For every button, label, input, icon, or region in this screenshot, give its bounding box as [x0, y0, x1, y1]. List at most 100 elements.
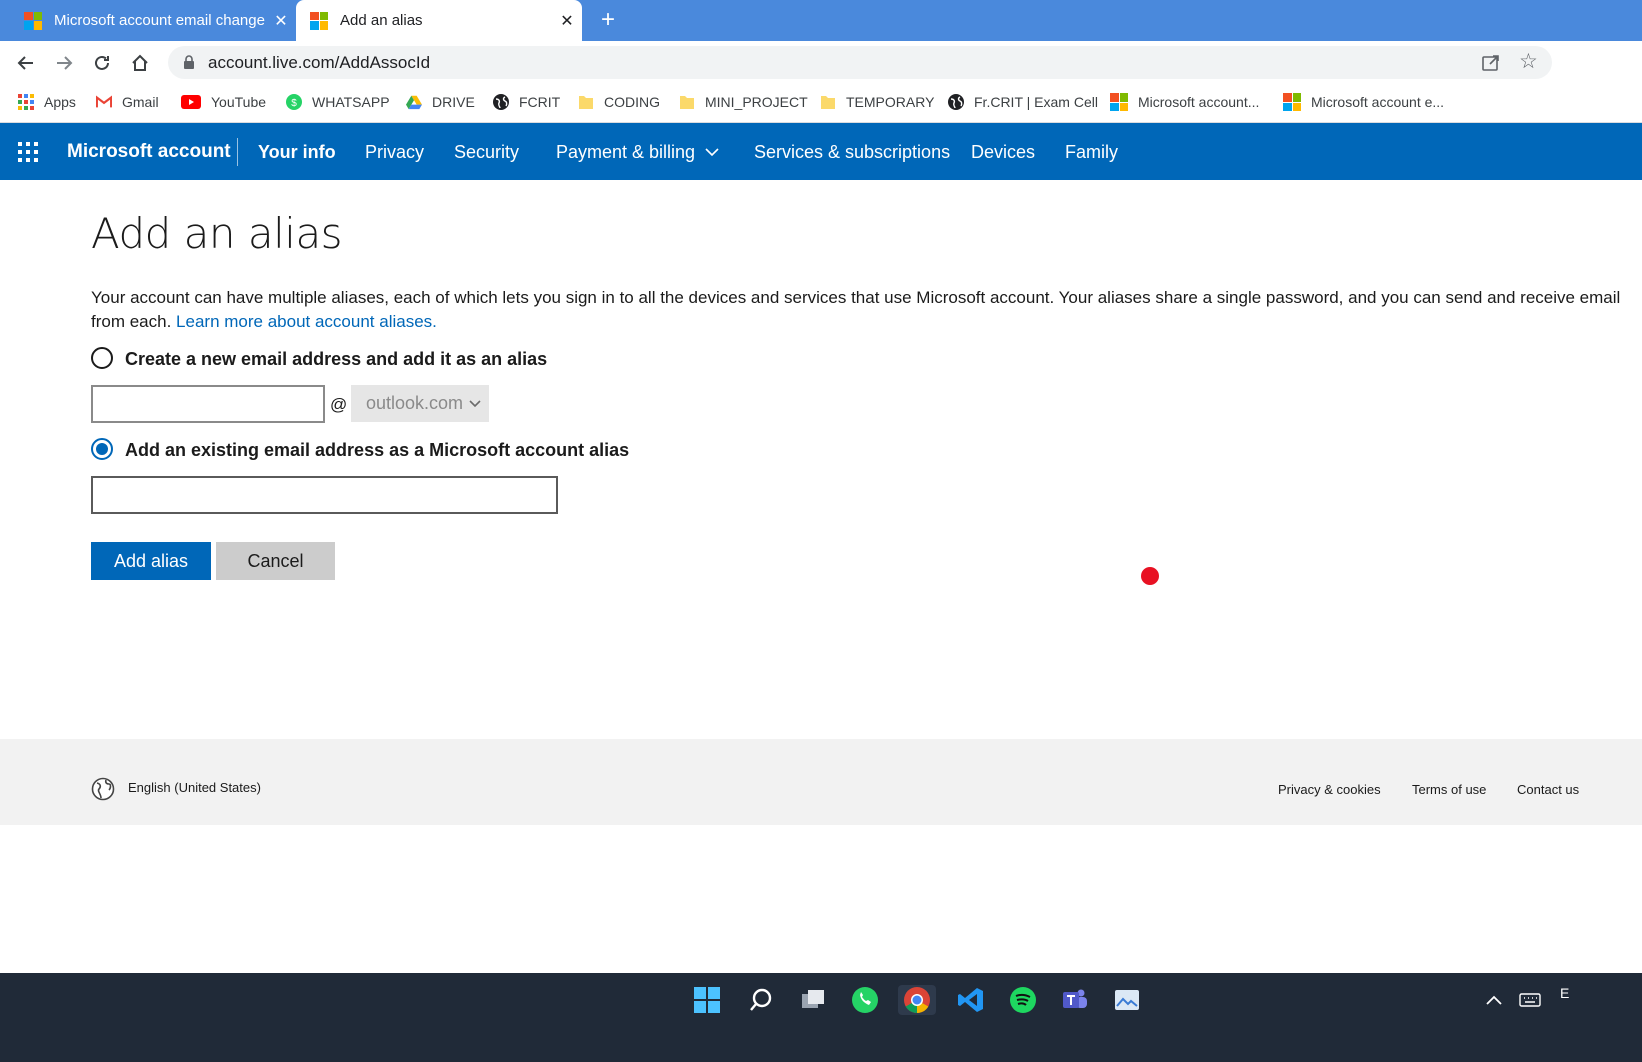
keyboard-icon[interactable] — [1516, 985, 1544, 1015]
folder-icon — [679, 94, 695, 110]
reload-button[interactable] — [88, 49, 116, 77]
bookmark-label: Apps — [44, 94, 76, 110]
gmail-icon — [96, 94, 112, 110]
teams-icon[interactable] — [1060, 985, 1090, 1015]
tab-title: Add an alias — [340, 12, 423, 29]
globe-icon — [948, 94, 964, 110]
header-divider — [237, 138, 238, 166]
lock-icon[interactable] — [182, 55, 196, 69]
arrow-left-icon — [17, 56, 33, 70]
microsoft-logo-icon — [310, 11, 328, 30]
arrow-right-icon — [57, 56, 73, 70]
folder-icon — [578, 94, 594, 110]
bookmark-drive[interactable]: DRIVE — [406, 92, 475, 112]
globe-icon — [493, 94, 509, 110]
domain-select-value: outlook.com — [366, 393, 464, 413]
bookmark-microsoft-account[interactable]: Microsoft account... — [1110, 92, 1259, 112]
bookmark-label: Microsoft account e... — [1311, 94, 1445, 110]
nav-security[interactable]: Security — [454, 140, 519, 164]
vscode-icon[interactable] — [956, 985, 986, 1015]
url-text[interactable]: account.live.com/AddAssocId — [208, 52, 430, 74]
back-button[interactable] — [12, 49, 40, 77]
bookmark-microsoft-account-email[interactable]: Microsoft account e... — [1283, 92, 1444, 112]
bookmark-fcrit[interactable]: FCRIT — [493, 92, 560, 112]
add-alias-button[interactable]: Add alias — [91, 542, 211, 580]
share-icon[interactable] — [1480, 52, 1502, 74]
new-email-input[interactable] — [91, 385, 325, 423]
chrome-icon[interactable] — [898, 985, 936, 1015]
bookmark-label: FCRIT — [519, 94, 561, 110]
bookmark-youtube[interactable]: YouTube — [181, 92, 266, 112]
locale-selector[interactable]: English (United States) — [128, 779, 261, 797]
create-new-email-radio[interactable] — [91, 347, 113, 369]
photos-icon[interactable] — [1112, 985, 1142, 1015]
nav-your-info[interactable]: Your info — [258, 140, 336, 164]
tab-add-an-alias[interactable]: Add an alias ✕ — [296, 0, 582, 41]
youtube-icon — [181, 94, 201, 110]
chevron-down-icon — [469, 399, 481, 407]
chevron-up-icon[interactable] — [1480, 985, 1508, 1015]
new-tab-button[interactable]: + — [596, 6, 620, 34]
apps-grid-icon — [18, 94, 34, 110]
bookmark-temporary[interactable]: TEMPORARY — [820, 92, 934, 112]
search-icon[interactable] — [746, 985, 776, 1015]
alias-description: Your account can have multiple aliases, … — [91, 286, 1642, 334]
bookmark-mini-project[interactable]: MINI_PROJECT — [679, 92, 808, 112]
nav-payment-billing-label: Payment & billing — [556, 142, 696, 162]
bookmark-apps[interactable]: Apps — [18, 92, 76, 112]
microsoft-logo-icon — [1283, 93, 1301, 111]
windows-start-icon[interactable] — [692, 985, 722, 1015]
drive-icon — [406, 94, 422, 110]
nav-services-subscriptions[interactable]: Services & subscriptions — [754, 140, 950, 164]
microsoft-logo-icon — [1110, 93, 1128, 111]
bookmark-label: DRIVE — [432, 94, 475, 110]
bookmark-gmail[interactable]: Gmail — [96, 92, 159, 112]
bookmark-exam-cell[interactable]: Fr.CRIT | Exam Cell — [948, 92, 1098, 112]
forward-button[interactable] — [50, 49, 78, 77]
svg-text:$: $ — [291, 98, 297, 109]
contact-us-link[interactable]: Contact us — [1517, 781, 1642, 799]
bookmark-label: Fr.CRIT | Exam Cell — [974, 94, 1098, 110]
nav-devices[interactable]: Devices — [971, 140, 1035, 164]
domain-select[interactable]: outlook.com — [351, 385, 489, 422]
spotify-icon[interactable] — [1008, 985, 1038, 1015]
bookmark-star-icon[interactable]: ☆ — [1519, 51, 1541, 73]
app-launcher-waffle-icon[interactable] — [18, 142, 38, 162]
bookmark-label: YouTube — [211, 94, 267, 110]
globe-icon[interactable] — [91, 777, 115, 801]
task-view-icon[interactable] — [798, 985, 828, 1015]
tab-title: Microsoft account email change - — [54, 12, 266, 29]
home-button[interactable] — [126, 49, 154, 77]
terms-of-use-link[interactable]: Terms of use — [1412, 781, 1486, 799]
tab-microsoft-account-email-change[interactable]: Microsoft account email change - ✕ — [0, 0, 296, 41]
close-tab-icon[interactable]: ✕ — [266, 11, 296, 31]
add-existing-email-radio[interactable] — [91, 438, 113, 460]
cursor-indicator — [1141, 567, 1159, 585]
bookmark-whatsapp[interactable]: $ WHATSAPP — [286, 92, 390, 112]
bookmark-coding[interactable]: CODING — [578, 92, 660, 112]
tray-language-indicator[interactable]: E — [1560, 985, 1569, 1001]
home-icon — [132, 54, 148, 71]
close-tab-icon[interactable]: ✕ — [552, 11, 582, 31]
reload-icon — [95, 55, 109, 70]
microsoft-logo-icon — [24, 11, 42, 30]
privacy-cookies-link[interactable]: Privacy & cookies — [1278, 781, 1381, 799]
add-existing-email-label[interactable]: Add an existing email address as a Micro… — [125, 438, 629, 462]
existing-email-input[interactable] — [91, 476, 558, 514]
bookmark-label: Microsoft account... — [1138, 94, 1260, 110]
whatsapp-icon[interactable] — [850, 985, 880, 1015]
nav-payment-billing[interactable]: Payment & billing — [556, 140, 720, 164]
ms-account-brand-link[interactable]: Microsoft account — [67, 140, 231, 164]
cancel-button[interactable]: Cancel — [216, 542, 335, 580]
nav-family[interactable]: Family — [1065, 140, 1118, 164]
whatsapp-icon: $ — [286, 94, 302, 110]
chevron-down-icon — [705, 148, 719, 157]
page-title: Add an alias — [91, 209, 343, 258]
at-sign: @ — [330, 395, 348, 414]
learn-more-link[interactable]: Learn more about account aliases. — [176, 312, 437, 331]
nav-privacy[interactable]: Privacy — [365, 140, 424, 164]
bookmark-label: TEMPORARY — [846, 94, 935, 110]
create-new-email-label[interactable]: Create a new email address and add it as… — [125, 347, 547, 371]
bookmark-label: WHATSAPP — [312, 94, 390, 110]
bookmark-label: Gmail — [122, 94, 159, 110]
